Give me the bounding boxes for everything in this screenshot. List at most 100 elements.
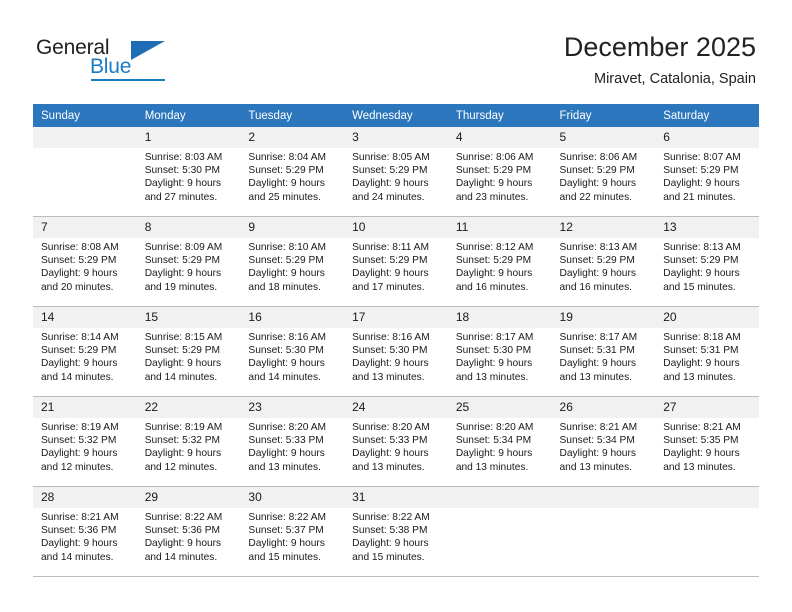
calendar-day-cell[interactable]: 13 Sunrise: 8:13 AM Sunset: 5:29 PM Dayligh…	[655, 216, 759, 307]
day-sun-info: Sunrise: 8:21 AM Sunset: 5:34 PM Daylight:…	[552, 418, 656, 474]
calendar-day-cell[interactable]: 7 Sunrise: 8:08 AM Sunset: 5:29 PM Daylight…	[33, 216, 137, 307]
day-info-line: Sunrise: 8:17 AM	[455, 332, 534, 343]
calendar-day-cell[interactable]: 12 Sunrise: 8:13 AM Sunset: 5:29 PM Dayligh…	[551, 216, 656, 307]
day-sun-info: Sunrise: 8:19 AM Sunset: 5:32 PM Daylight:…	[137, 418, 241, 474]
day-info-line: Daylight: 9 hours	[41, 538, 118, 550]
day-info-line: Sunset: 5:30 PM	[144, 165, 221, 177]
day-number: 28	[33, 487, 137, 508]
calendar-day-cell[interactable]: 5 Sunrise: 8:06 AM Sunset: 5:29 PM Daylight…	[551, 127, 656, 217]
day-info-line: Daylight: 9 hours	[559, 268, 636, 280]
calendar-day-cell[interactable]: 9 Sunrise: 8:10 AM Sunset: 5:29 PM Daylight…	[240, 216, 345, 307]
day-info-line: Daylight: 9 hours	[352, 448, 429, 460]
calendar-day-cell[interactable]: 29 Sunrise: 8:22 AM Sunset: 5:36 PM Dayligh…	[136, 486, 241, 577]
calendar-day-cell[interactable]: 26 Sunrise: 8:21 AM Sunset: 5:34 PM Dayligh…	[551, 396, 656, 487]
day-cell-inner: 18 Sunrise: 8:17 AM Sunset: 5:30 PM Dayligh…	[447, 307, 552, 396]
day-info-line: and 14 minutes.	[41, 371, 114, 383]
day-info-line: Daylight: 9 hours	[663, 358, 740, 370]
day-sun-info: Sunrise: 8:16 AM Sunset: 5:30 PM Daylight:…	[344, 328, 448, 384]
day-info-line: and 15 minutes.	[352, 551, 425, 563]
calendar-grid: Sunday Monday Tuesday Wednesday Thursday Frid…	[33, 104, 759, 577]
day-info-line: Sunset: 5:29 PM	[455, 255, 532, 267]
calendar-day-cell[interactable]: 10 Sunrise: 8:11 AM Sunset: 5:29 PM Dayligh…	[344, 216, 448, 307]
day-cell-inner: 27 Sunrise: 8:21 AM Sunset: 5:35 PM Dayligh…	[655, 397, 759, 486]
day-cell-inner: 12 Sunrise: 8:13 AM Sunset: 5:29 PM Dayligh…	[551, 217, 656, 306]
day-info-line: Daylight: 9 hours	[663, 178, 740, 190]
day-sun-info: Sunrise: 8:20 AM Sunset: 5:34 PM Daylight:…	[448, 418, 552, 474]
day-sun-info: Sunrise: 8:12 AM Sunset: 5:29 PM Daylight:…	[448, 238, 552, 294]
day-number: 1	[136, 127, 241, 148]
day-info-line: Daylight: 9 hours	[559, 358, 636, 370]
day-number: 15	[136, 307, 241, 328]
calendar-day-cell[interactable]: 3 Sunrise: 8:05 AM Sunset: 5:29 PM Daylight…	[344, 127, 448, 217]
day-info-line: Sunrise: 8:22 AM	[352, 512, 430, 523]
day-sun-info: Sunrise: 8:09 AM Sunset: 5:29 PM Daylight:…	[137, 238, 241, 294]
day-cell-inner: 20 Sunrise: 8:18 AM Sunset: 5:31 PM Dayligh…	[655, 307, 759, 396]
day-info-line: and 15 minutes.	[663, 281, 736, 293]
calendar-day-cell[interactable]: 17 Sunrise: 8:16 AM Sunset: 5:30 PM Dayligh…	[344, 306, 448, 397]
day-number: 13	[655, 217, 759, 238]
day-info-line: Sunrise: 8:21 AM	[559, 422, 638, 433]
calendar-day-cell[interactable]: 28 Sunrise: 8:21 AM Sunset: 5:36 PM Dayligh…	[33, 486, 137, 577]
day-number: 10	[344, 217, 448, 238]
calendar-day-cell[interactable]: 31 Sunrise: 8:22 AM Sunset: 5:38 PM Dayligh…	[344, 486, 448, 577]
calendar-day-cell[interactable]: 14 Sunrise: 8:14 AM Sunset: 5:29 PM Dayligh…	[33, 306, 137, 397]
day-info-line: Sunset: 5:35 PM	[663, 435, 739, 447]
day-sun-info: Sunrise: 8:17 AM Sunset: 5:30 PM Daylight:…	[448, 328, 552, 384]
day-info-line: Sunrise: 8:16 AM	[352, 332, 430, 343]
day-number: 18	[447, 307, 552, 328]
calendar-day-cell[interactable]: 20 Sunrise: 8:18 AM Sunset: 5:31 PM Dayligh…	[655, 306, 759, 397]
day-info-line: Sunset: 5:34 PM	[559, 435, 635, 447]
day-sun-info: Sunrise: 8:15 AM Sunset: 5:29 PM Daylight:…	[137, 328, 241, 384]
day-info-line: Sunrise: 8:11 AM	[352, 242, 429, 253]
day-info-line: Daylight: 9 hours	[248, 268, 325, 280]
calendar-day-cell[interactable]: 2 Sunrise: 8:04 AM Sunset: 5:29 PM Daylight…	[240, 127, 345, 217]
calendar-day-cell[interactable]: 8 Sunrise: 8:09 AM Sunset: 5:29 PM Daylight…	[136, 216, 241, 307]
day-info-line: Sunset: 5:32 PM	[144, 435, 221, 447]
calendar-day-cell[interactable]: 22 Sunrise: 8:19 AM Sunset: 5:32 PM Dayligh…	[136, 396, 241, 487]
day-info-line: Sunrise: 8:15 AM	[144, 332, 223, 343]
day-info-line: and 20 minutes.	[41, 281, 114, 293]
day-info-line: and 25 minutes.	[248, 191, 321, 203]
calendar-day-cell[interactable]: 24 Sunrise: 8:20 AM Sunset: 5:33 PM Dayligh…	[344, 396, 448, 487]
calendar-day-cell[interactable]: 18 Sunrise: 8:17 AM Sunset: 5:30 PM Dayligh…	[447, 306, 552, 397]
weekday-header-saturday: Saturday	[655, 104, 759, 127]
page-title: December 2025	[563, 32, 756, 62]
day-info-line: Sunrise: 8:04 AM	[248, 152, 326, 163]
day-info-line: Sunrise: 8:13 AM	[663, 242, 741, 253]
day-info-line: Daylight: 9 hours	[352, 268, 429, 280]
day-cell-inner: 2 Sunrise: 8:04 AM Sunset: 5:29 PM Daylight…	[240, 127, 345, 216]
calendar-day-cell[interactable]: 4 Sunrise: 8:06 AM Sunset: 5:29 PM Daylight…	[447, 127, 552, 217]
weekday-header-wednesday: Wednesday	[344, 104, 448, 127]
day-number: 3	[344, 127, 448, 148]
day-info-line: Sunset: 5:30 PM	[352, 345, 428, 357]
calendar-day-cell[interactable]: 11 Sunrise: 8:12 AM Sunset: 5:29 PM Dayligh…	[447, 216, 552, 307]
day-info-line: and 14 minutes.	[41, 551, 114, 563]
day-number: 9	[240, 217, 345, 238]
day-info-line: and 13 minutes.	[455, 461, 529, 473]
calendar-day-cell[interactable]: 27 Sunrise: 8:21 AM Sunset: 5:35 PM Dayligh…	[655, 396, 759, 487]
day-info-line: Daylight: 9 hours	[144, 358, 222, 370]
day-info-line: Sunrise: 8:17 AM	[559, 332, 638, 343]
weekday-header-row: Sunday Monday Tuesday Wednesday Thursday Frid…	[33, 104, 759, 127]
day-info-line: and 14 minutes.	[144, 551, 218, 563]
day-sun-info: Sunrise: 8:03 AM Sunset: 5:30 PM Daylight:…	[137, 148, 241, 204]
day-number: 5	[551, 127, 656, 148]
calendar-day-cell[interactable]: 16 Sunrise: 8:16 AM Sunset: 5:30 PM Dayligh…	[240, 306, 345, 397]
calendar-day-cell[interactable]: 19 Sunrise: 8:17 AM Sunset: 5:31 PM Dayligh…	[551, 306, 656, 397]
day-number: 31	[344, 487, 448, 508]
day-number: 24	[344, 397, 448, 418]
calendar-day-cell[interactable]: 15 Sunrise: 8:15 AM Sunset: 5:29 PM Dayligh…	[136, 306, 241, 397]
weekday-header-sunday: Sunday	[33, 104, 137, 127]
day-info-line: Daylight: 9 hours	[455, 358, 533, 370]
calendar-day-cell[interactable]: 30 Sunrise: 8:22 AM Sunset: 5:37 PM Dayligh…	[240, 486, 345, 577]
calendar-day-cell[interactable]: 6 Sunrise: 8:07 AM Sunset: 5:29 PM Daylight…	[655, 127, 759, 217]
day-cell-inner: 28 Sunrise: 8:21 AM Sunset: 5:36 PM Dayligh…	[33, 487, 137, 576]
day-info-line: Sunset: 5:29 PM	[559, 255, 635, 267]
day-info-line: Daylight: 9 hours	[248, 178, 325, 190]
calendar-page: General Blue December 2025 Miravet, Cata…	[0, 0, 792, 612]
calendar-day-cell[interactable]: 1 Sunrise: 8:03 AM Sunset: 5:30 PM Daylight…	[136, 127, 241, 217]
day-number: 20	[655, 307, 759, 328]
calendar-day-cell[interactable]: 21 Sunrise: 8:19 AM Sunset: 5:32 PM Dayligh…	[33, 396, 137, 487]
calendar-day-cell[interactable]: 23 Sunrise: 8:20 AM Sunset: 5:33 PM Dayligh…	[240, 396, 345, 487]
calendar-day-cell[interactable]: 25 Sunrise: 8:20 AM Sunset: 5:34 PM Dayligh…	[447, 396, 552, 487]
